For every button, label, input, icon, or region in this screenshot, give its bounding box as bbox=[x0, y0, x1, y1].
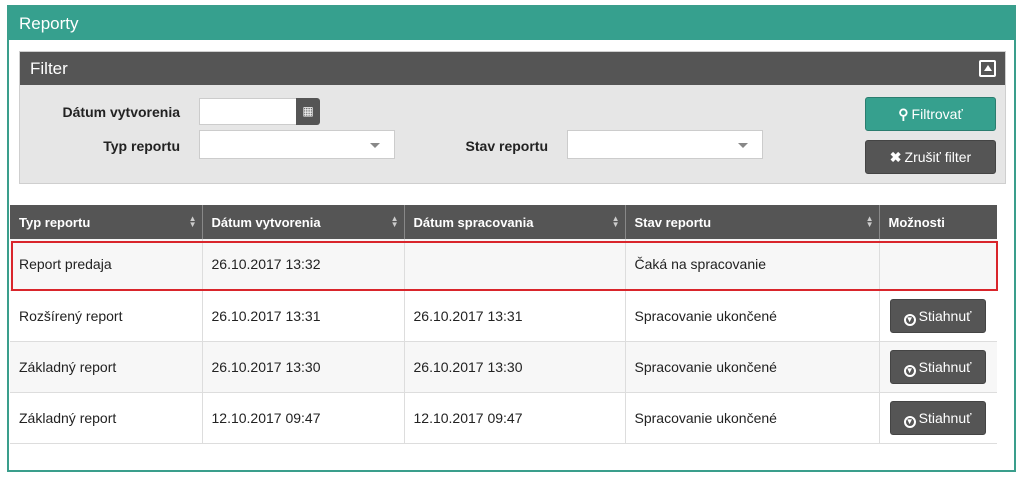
cell-state: Čaká na spracovanie bbox=[625, 239, 880, 291]
cell-type: Rozšírený report bbox=[10, 290, 203, 342]
cell-processed: 26.10.2017 13:31 bbox=[404, 290, 626, 342]
filter-box: Filter Dátum vytvorenia ▦ Typ reportu St… bbox=[19, 51, 1006, 184]
cell-created: 26.10.2017 13:30 bbox=[202, 341, 405, 393]
filter-title: Filter bbox=[30, 59, 68, 78]
download-button[interactable]: ▼ Stiahnuť bbox=[889, 298, 986, 333]
panel-title: Reporty bbox=[9, 7, 1014, 40]
cell-created: 26.10.2017 13:32 bbox=[202, 239, 405, 291]
table-row: Rozšírený report 26.10.2017 13:31 26.10.… bbox=[10, 290, 997, 342]
cell-processed: 26.10.2017 13:30 bbox=[404, 341, 626, 393]
reset-filter-button[interactable]: ✖ Zrušiť filter bbox=[865, 140, 996, 174]
date-created-input[interactable] bbox=[199, 98, 296, 125]
cell-type: Základný report bbox=[10, 341, 203, 393]
cell-state: Spracovanie ukončené bbox=[625, 392, 880, 444]
sort-icon: ▲ ▼ bbox=[390, 214, 399, 229]
cell-created: 12.10.2017 09:47 bbox=[202, 392, 405, 444]
reports-table: Typ reportu ▲ ▼ Dátum vytvorenia ▲ ▼ Dátum s… bbox=[10, 205, 997, 444]
cell-processed: 12.10.2017 09:47 bbox=[404, 392, 626, 444]
cell-type: Report predaja bbox=[10, 239, 203, 291]
cell-options: ▼ Stiahnuť bbox=[879, 392, 997, 444]
sort-icon: ▲ ▼ bbox=[865, 214, 874, 229]
calendar-icon[interactable]: ▦ bbox=[296, 98, 320, 125]
cell-options: ▼ Stiahnuť bbox=[879, 290, 997, 342]
cell-processed bbox=[404, 239, 626, 291]
table-row: Základný report 26.10.2017 13:30 26.10.2… bbox=[10, 341, 997, 393]
sort-icon: ▲ ▼ bbox=[611, 214, 620, 229]
report-state-select[interactable] bbox=[567, 130, 763, 159]
table-row: Základný report 12.10.2017 09:47 12.10.2… bbox=[10, 392, 997, 444]
sort-icon: ▲ ▼ bbox=[188, 214, 197, 229]
cell-options: ▼ Stiahnuť bbox=[879, 341, 997, 393]
download-icon: ▼ bbox=[903, 415, 916, 428]
date-created-label: Dátum vytvorenia bbox=[62, 104, 180, 120]
table-row: Report predaja 26.10.2017 13:32 Čaká na … bbox=[10, 239, 997, 291]
column-header-type[interactable]: Typ reportu ▲ ▼ bbox=[10, 205, 203, 239]
chevron-down-icon bbox=[370, 143, 380, 148]
column-header-processed[interactable]: Dátum spracovania ▲ ▼ bbox=[404, 205, 626, 239]
filter-header[interactable]: Filter bbox=[20, 52, 1005, 85]
report-type-label: Typ reportu bbox=[103, 138, 180, 154]
collapse-icon[interactable] bbox=[979, 60, 996, 77]
cell-type: Základný report bbox=[10, 392, 203, 444]
close-icon: ✖ bbox=[889, 149, 902, 165]
report-state-label: Stav reportu bbox=[465, 138, 548, 154]
table-header-row: Typ reportu ▲ ▼ Dátum vytvorenia ▲ ▼ Dátum s… bbox=[10, 205, 997, 239]
column-header-options: Možnosti bbox=[879, 205, 997, 239]
search-icon: ⚲ bbox=[898, 106, 909, 122]
chevron-down-icon bbox=[738, 143, 748, 148]
cell-state: Spracovanie ukončené bbox=[625, 341, 880, 393]
filter-button[interactable]: ⚲ Filtrovať bbox=[865, 97, 996, 131]
column-header-created[interactable]: Dátum vytvorenia ▲ ▼ bbox=[202, 205, 405, 239]
column-header-state[interactable]: Stav reportu ▲ ▼ bbox=[625, 205, 880, 239]
download-button[interactable]: ▼ Stiahnuť bbox=[889, 349, 986, 384]
cell-created: 26.10.2017 13:31 bbox=[202, 290, 405, 342]
download-icon: ▼ bbox=[903, 313, 916, 326]
download-icon: ▼ bbox=[903, 364, 916, 377]
cell-state: Spracovanie ukončené bbox=[625, 290, 880, 342]
report-type-select[interactable] bbox=[199, 130, 395, 159]
download-button[interactable]: ▼ Stiahnuť bbox=[889, 400, 986, 435]
cell-options bbox=[879, 239, 997, 291]
